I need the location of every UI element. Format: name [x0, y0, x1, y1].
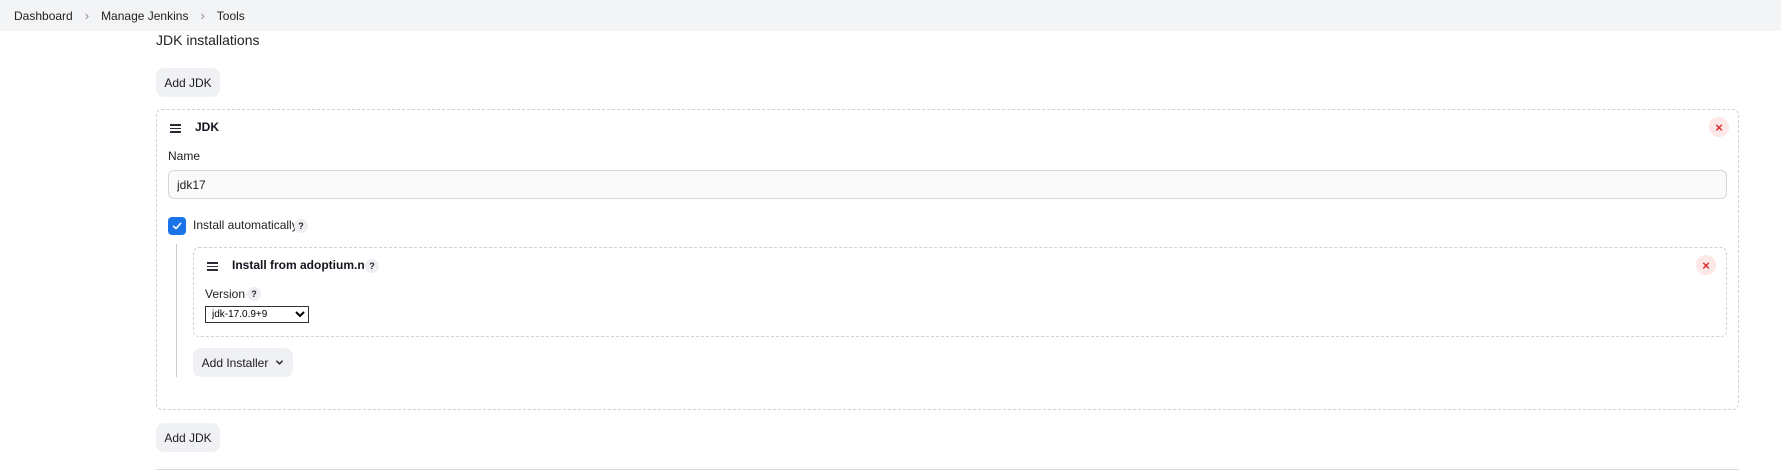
- version-label: Version: [205, 287, 246, 301]
- install-automatically-help-icon[interactable]: ?: [294, 219, 308, 233]
- jdk-name-input[interactable]: [168, 170, 1727, 199]
- install-automatically-checkbox[interactable]: [168, 217, 186, 235]
- nested-indent-line: [176, 244, 177, 377]
- jdk-card-title: JDK: [195, 120, 220, 134]
- installer-card: [193, 247, 1727, 337]
- checkmark-icon: [172, 222, 182, 230]
- version-select[interactable]: jdk-17.0.9+9: [205, 306, 309, 323]
- add-jdk-button-bottom[interactable]: Add JDK: [156, 423, 220, 452]
- version-help-icon[interactable]: ?: [247, 287, 261, 301]
- breadcrumb: Dashboard › Manage Jenkins › Tools: [0, 0, 1781, 31]
- name-label: Name: [168, 149, 201, 163]
- drag-handle-icon[interactable]: [170, 124, 181, 133]
- add-jdk-button-top[interactable]: Add JDK: [156, 68, 220, 97]
- drag-handle-icon[interactable]: [207, 262, 218, 271]
- install-automatically-label: Install automatically: [193, 218, 298, 232]
- breadcrumb-dashboard[interactable]: Dashboard: [14, 9, 73, 23]
- breadcrumb-tools[interactable]: Tools: [217, 9, 245, 23]
- section-title: JDK installations: [156, 32, 260, 48]
- chevron-down-icon: [276, 360, 284, 365]
- remove-installer-close-icon[interactable]: ×: [1696, 255, 1716, 275]
- breadcrumb-manage-jenkins[interactable]: Manage Jenkins: [101, 9, 188, 23]
- breadcrumb-separator-icon: ›: [84, 8, 90, 23]
- installer-help-icon[interactable]: ?: [365, 259, 379, 273]
- add-installer-label: Add Installer: [201, 355, 269, 370]
- section-divider: [156, 469, 1739, 470]
- add-installer-button[interactable]: Add Installer: [193, 348, 293, 377]
- installer-card-title: Install from adoptium.net: [232, 258, 376, 272]
- breadcrumb-separator-icon: ›: [200, 8, 205, 23]
- remove-jdk-close-icon[interactable]: ×: [1709, 117, 1729, 137]
